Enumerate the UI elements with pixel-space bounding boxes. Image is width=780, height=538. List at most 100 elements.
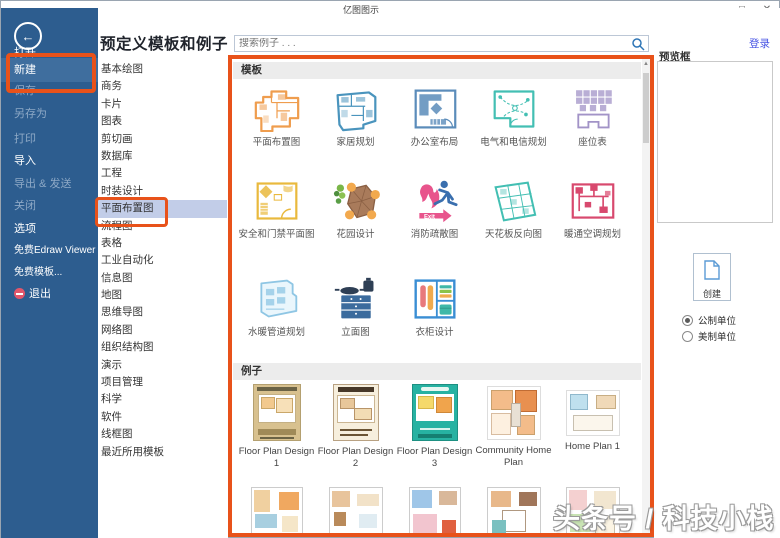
search-icon[interactable] [631, 37, 645, 51]
create-button[interactable]: 创建 [693, 253, 731, 301]
category-item-flowchart[interactable]: 流程图 [98, 218, 227, 235]
example-label: Community Home Plan [475, 445, 552, 468]
floor-plan-thumbnail [328, 487, 383, 533]
category-item-wireframe[interactable]: 线框图 [98, 426, 227, 443]
category-item-business[interactable]: 商务 [98, 78, 227, 95]
template-tile-plumbing[interactable]: 水暖管道规划 [237, 273, 316, 339]
hvac-plan-icon [553, 175, 632, 227]
category-item-clipart[interactable]: 剪切画 [98, 131, 227, 148]
template-tile-floor-plan[interactable]: 平面布置图 [237, 83, 316, 149]
scroll-up-icon[interactable]: ▲ [642, 61, 650, 67]
sidebar-item-import[interactable]: 导入 [1, 150, 98, 172]
community-home-plan-thumbnail [486, 386, 541, 440]
example-label: Floor Plan Design 3 [396, 446, 473, 469]
sidebar-item-options[interactable]: 选项 [1, 218, 98, 240]
templates-section-header: 模板 [233, 62, 641, 79]
floor-plan-design-2-thumbnail [332, 384, 379, 441]
template-tile-garden-design[interactable]: 花园设计 [316, 175, 395, 241]
category-item-card[interactable]: 卡片 [98, 96, 227, 113]
template-tile-seating-chart[interactable]: 座位表 [553, 83, 632, 149]
category-item-infographic[interactable]: 信息图 [98, 270, 227, 287]
wardrobe-design-icon [395, 273, 474, 325]
sidebar-item-save[interactable]: 保存 [1, 80, 98, 102]
category-item-mindmap[interactable]: 思维导图 [98, 304, 227, 321]
floor-plan-design-3-thumbnail [411, 384, 458, 441]
garden-design-icon [316, 175, 395, 227]
category-item-database[interactable]: 数据库 [98, 148, 227, 165]
floor-plan-thumbnail [486, 487, 541, 533]
example-tile[interactable]: Floor Plan Design 3 [395, 384, 474, 470]
category-item-software[interactable]: 软件 [98, 409, 227, 426]
category-item-industrial[interactable]: 工业自动化 [98, 252, 227, 269]
security-access-plan-icon [237, 175, 316, 227]
floor-plan-icon [237, 83, 316, 135]
sidebar-item-save-as[interactable]: 另存为 [1, 103, 98, 125]
category-item-map[interactable]: 地图 [98, 287, 227, 304]
login-link[interactable]: 登录 [749, 36, 770, 51]
scrollbar-thumb[interactable] [643, 73, 649, 143]
electrical-telecom-icon [474, 83, 553, 135]
category-item-network[interactable]: 网络图 [98, 322, 227, 339]
svg-text:Exit: Exit [423, 214, 434, 220]
template-tile-elevation[interactable]: 立面图 [316, 273, 395, 339]
category-item-recent[interactable]: 最近所用模板 [98, 444, 227, 461]
gallery-scrollbar[interactable]: ▲ [642, 59, 650, 533]
category-item-engineering[interactable]: 工程 [98, 165, 227, 182]
sidebar-item-free-viewer[interactable]: 免费Edraw Viewer [1, 240, 98, 262]
home-plan-1-thumbnail [565, 390, 620, 436]
category-item-science[interactable]: 科学 [98, 391, 227, 408]
template-tile-fire-escape[interactable]: Exit 消防疏散图 [395, 175, 474, 241]
radio-button-icon[interactable] [682, 330, 693, 342]
radio-button-icon[interactable] [682, 314, 693, 326]
template-tile-security-access[interactable]: 安全和门禁平面图 [237, 175, 316, 241]
app-window: 亿图图示 – □ ✕ ← 打开 新建 保存 另存为 打印 导入 导出 & 发送 … [0, 0, 780, 538]
example-tile[interactable]: Floor Plan Design 1 [237, 384, 316, 470]
category-item-form[interactable]: 表格 [98, 235, 227, 252]
category-item-basic[interactable]: 基本绘图 [98, 61, 227, 78]
plumbing-piping-icon [237, 273, 316, 325]
sidebar-item-free-templates[interactable]: 免费模板... [1, 262, 98, 284]
category-item-fashion[interactable]: 时装设计 [98, 183, 227, 200]
template-tile-electrical-telecom[interactable]: 电气和电信规划 [474, 83, 553, 149]
sidebar-item-exit[interactable]: 退出 [1, 283, 98, 305]
floor-plan-thumbnail [408, 487, 461, 533]
metric-units-option[interactable]: 公制单位 [682, 313, 736, 327]
template-label: 安全和门禁平面图 [238, 229, 315, 240]
template-label: 花园设计 [336, 229, 375, 240]
example-tile[interactable]: Home Plan 1 [553, 384, 632, 470]
template-tile-office-layout[interactable]: 办公室布局 [395, 83, 474, 149]
template-label: 座位表 [578, 137, 607, 148]
category-item-project[interactable]: 项目管理 [98, 374, 227, 391]
sidebar-item-new[interactable]: 新建 [1, 58, 98, 82]
example-tile[interactable]: Floor Plan Design 2 [316, 384, 395, 470]
us-units-option[interactable]: 美制单位 [682, 329, 736, 343]
elevation-icon [316, 273, 395, 325]
example-tile[interactable] [237, 487, 316, 533]
search-input[interactable] [235, 38, 631, 49]
template-label: 立面图 [341, 327, 370, 338]
template-label: 办公室布局 [410, 137, 459, 148]
category-item-presentation[interactable]: 演示 [98, 357, 227, 374]
search-box [234, 35, 649, 52]
template-label: 暖通空调规划 [563, 229, 621, 240]
example-tile[interactable] [316, 487, 395, 533]
example-tile[interactable]: Community Home Plan [474, 384, 553, 470]
sidebar-item-print[interactable]: 打印 [1, 128, 98, 150]
example-tile[interactable] [474, 487, 553, 533]
preview-panel: 登录 预览框 创建 公制单位 美制单位 [654, 8, 780, 538]
watermark: 头条号 / 科技小栈 [553, 504, 775, 534]
sidebar-item-close-file[interactable]: 关闭 [1, 195, 98, 217]
template-tile-home-plan[interactable]: 家居规划 [316, 83, 395, 149]
example-tile[interactable] [395, 487, 474, 533]
template-label: 水暖管道规划 [247, 327, 305, 338]
sidebar-item-export-send[interactable]: 导出 & 发送 [1, 173, 98, 195]
template-tile-hvac[interactable]: 暖通空调规划 [553, 175, 632, 241]
category-item-chart[interactable]: 图表 [98, 113, 227, 130]
template-tile-wardrobe[interactable]: 衣柜设计 [395, 273, 474, 339]
floor-plan-thumbnail [250, 487, 303, 533]
template-tile-reflected-ceiling[interactable]: 天花板反向图 [474, 175, 553, 241]
template-label: 电气和电信规划 [480, 137, 547, 148]
category-item-floor-plan[interactable]: 平面布置图 [98, 200, 227, 218]
fire-escape-icon: Exit [395, 175, 474, 227]
category-item-orgchart[interactable]: 组织结构图 [98, 339, 227, 356]
